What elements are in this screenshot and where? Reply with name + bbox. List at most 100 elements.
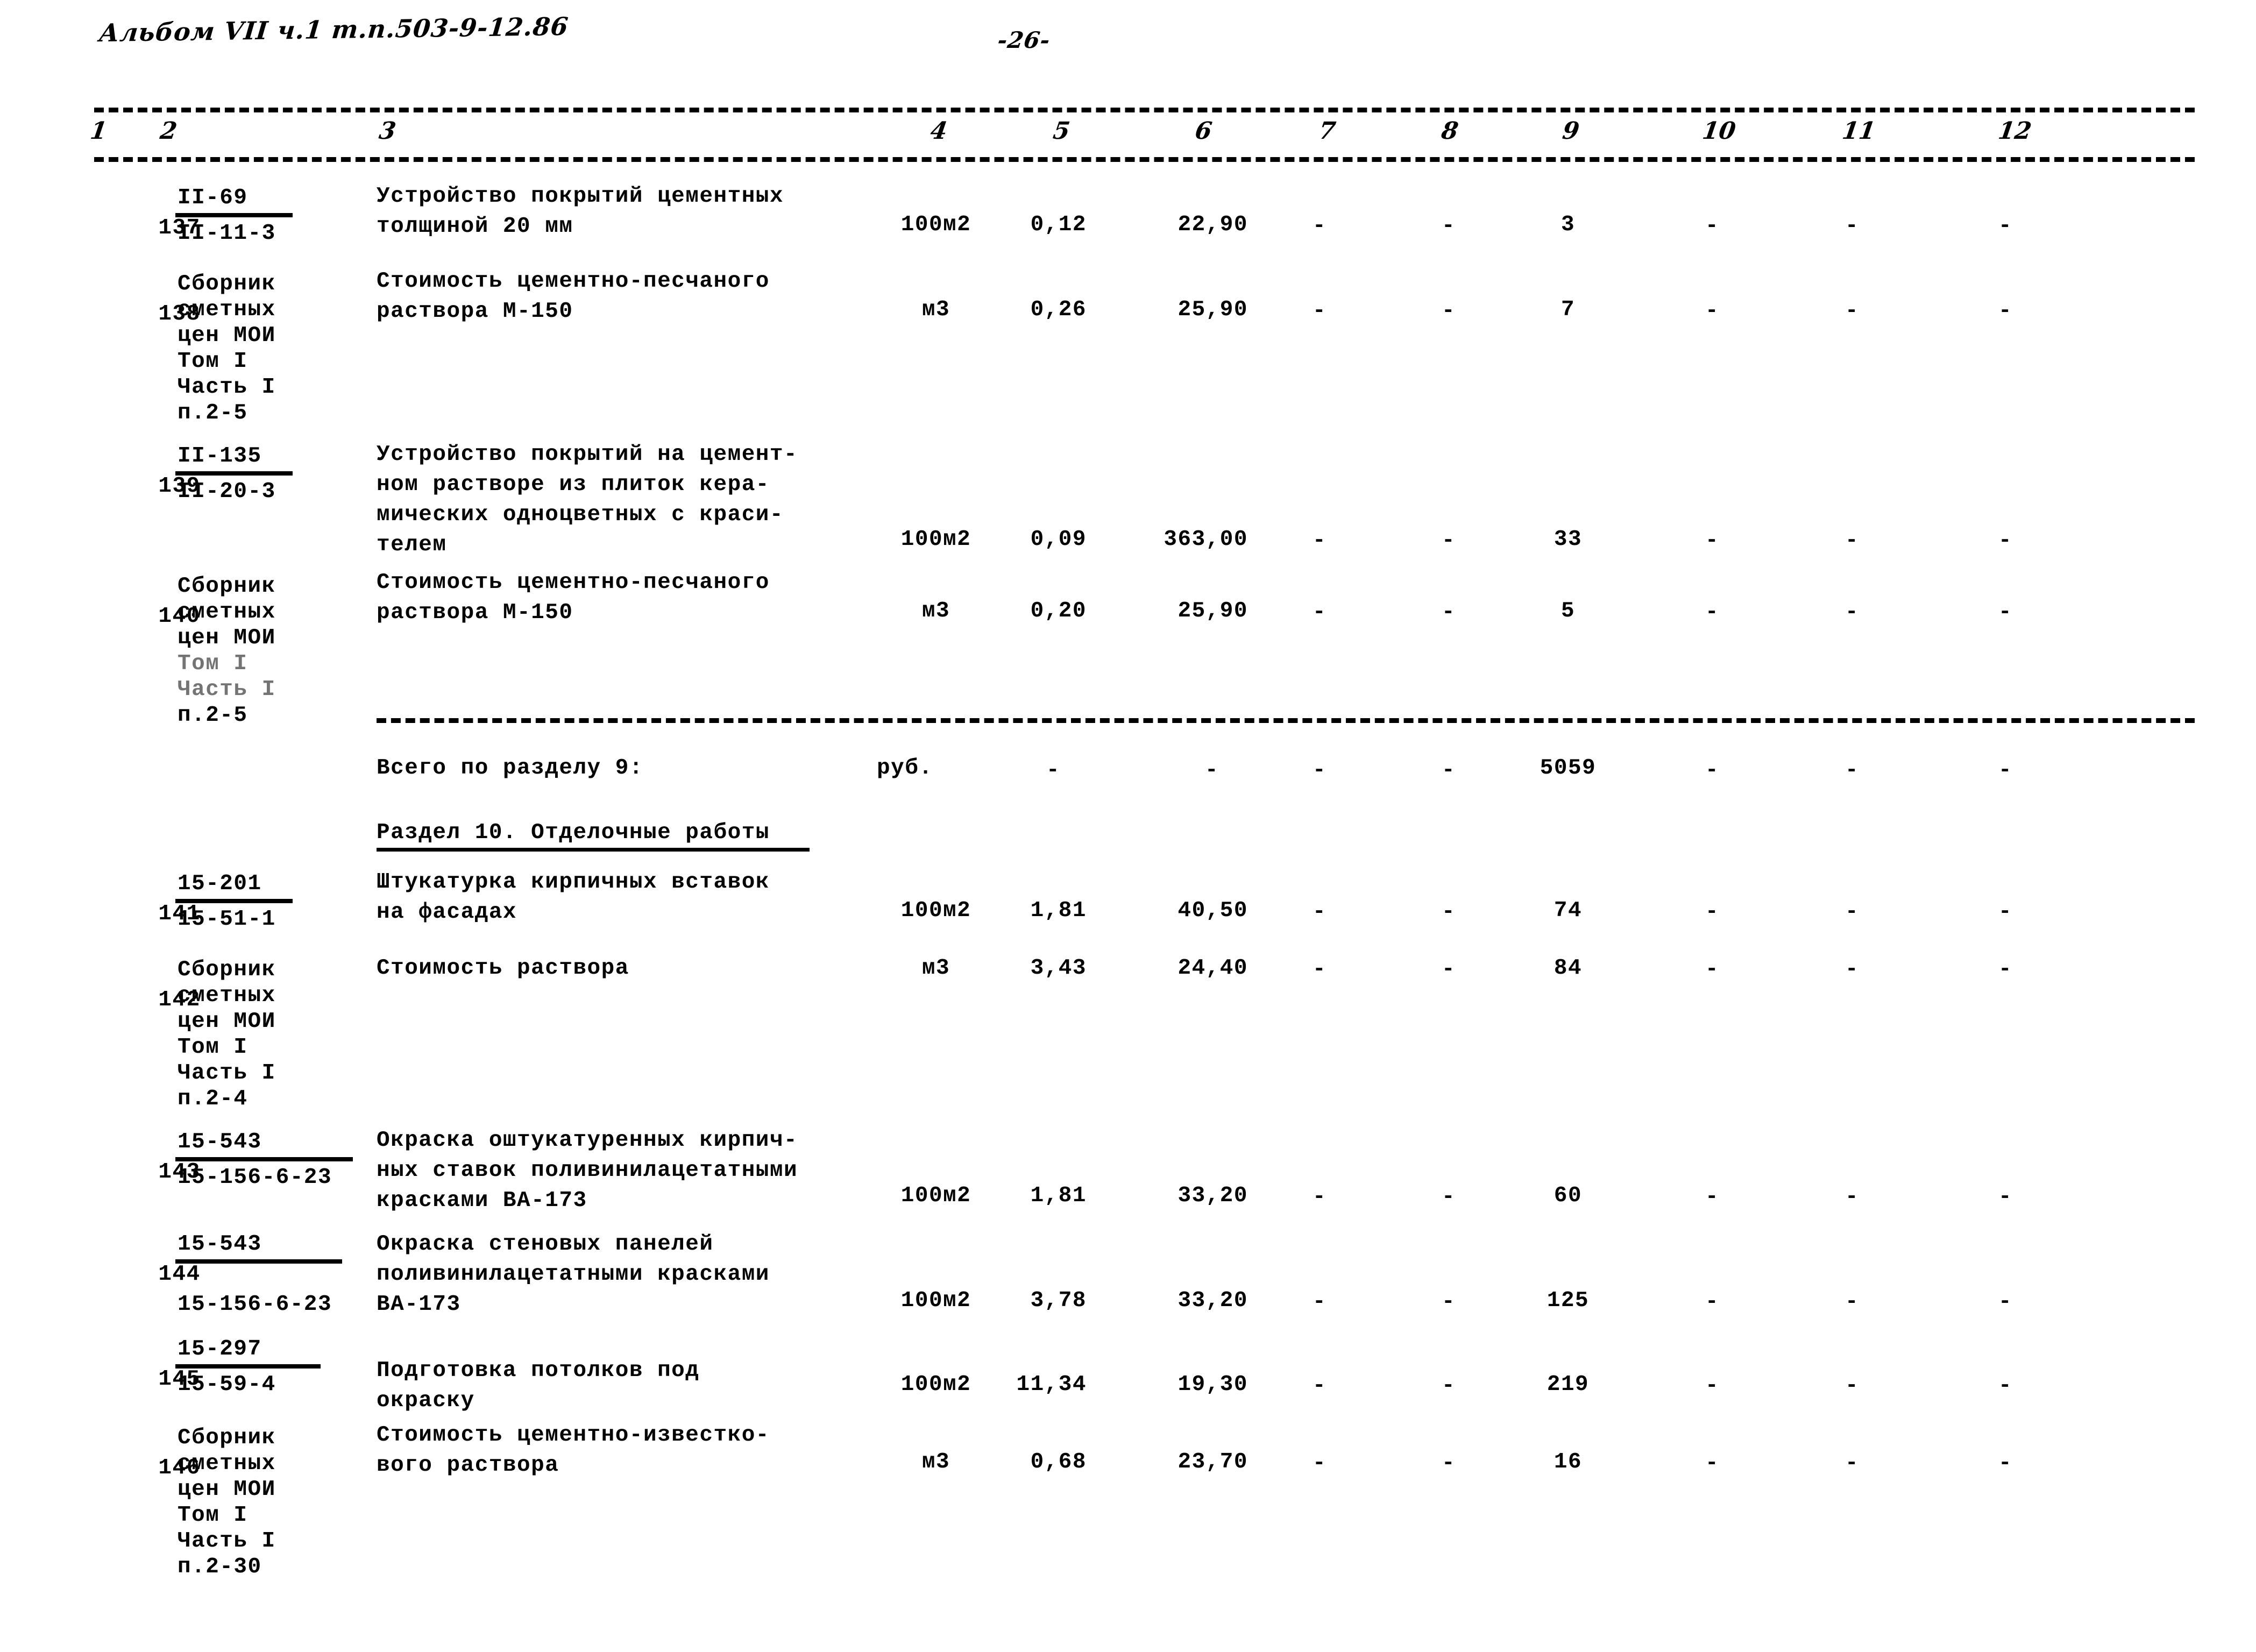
row-quantity: 1,81 xyxy=(1030,898,1087,923)
page-number: -26- xyxy=(996,27,1052,53)
row-col12: - xyxy=(1998,214,2012,238)
row-description-line: раствора М-150 xyxy=(377,299,573,324)
row-price: 33,20 xyxy=(1177,1183,1248,1208)
row-price: 19,30 xyxy=(1177,1372,1248,1397)
row-price: 25,90 xyxy=(1177,599,1248,623)
row-unit: 100м2 xyxy=(900,1183,971,1208)
row-col10: - xyxy=(1705,1373,1719,1398)
row-description-line: раствора М-150 xyxy=(377,600,573,625)
row-description-line: мических одноцветных с краси- xyxy=(377,502,784,527)
column-header-10: 10 xyxy=(1700,117,1737,145)
column-header-3: 3 xyxy=(377,117,398,145)
subtotal-col8: - xyxy=(1442,758,1455,783)
row-col8: - xyxy=(1442,899,1455,924)
row-col8: - xyxy=(1442,600,1455,625)
row-col11: - xyxy=(1845,528,1858,553)
row-description-line: ВА-173 xyxy=(377,1292,461,1317)
row-col10: - xyxy=(1705,600,1719,625)
row-description-line: ных ставок поливинилацетатными xyxy=(377,1158,798,1183)
row-col7: - xyxy=(1313,1289,1326,1314)
row-description-line: окраску xyxy=(377,1388,475,1413)
row-code-top: 15-201 xyxy=(178,871,262,896)
subtotal-col7: - xyxy=(1313,758,1326,783)
row-code-bottom: II-11-3 xyxy=(178,221,276,246)
row-col11: - xyxy=(1845,600,1858,625)
row-description-line: вого раствора xyxy=(377,1453,559,1478)
row-col8: - xyxy=(1442,1289,1455,1314)
row-description-line: Штукатурка кирпичных вставок xyxy=(377,870,770,895)
row-col9: 219 xyxy=(1546,1372,1590,1397)
row-unit: 100м2 xyxy=(900,898,971,923)
row-quantity: 0,26 xyxy=(1030,297,1087,322)
row-col7: - xyxy=(1313,957,1326,982)
row-price: 24,40 xyxy=(1177,956,1248,981)
row-description-line: Устройство покрытий на цемент- xyxy=(377,442,798,467)
table-header-rule xyxy=(94,157,2195,162)
row-quantity: 0,20 xyxy=(1030,599,1087,623)
column-header-2: 2 xyxy=(158,117,179,145)
row-col9: 16 xyxy=(1553,1450,1583,1474)
section-heading: Раздел 10. Отделочные работы xyxy=(377,820,770,845)
row-col10: - xyxy=(1705,1289,1719,1314)
row-description-line: красками ВА-173 xyxy=(377,1188,587,1213)
subtotal-col11: - xyxy=(1845,758,1858,783)
row-col11: - xyxy=(1845,214,1858,238)
row-description-line: поливинилацетатными красками xyxy=(377,1262,770,1287)
row-col9: 3 xyxy=(1560,212,1576,237)
row-col9: 5 xyxy=(1560,599,1576,623)
row-col7: - xyxy=(1313,1451,1326,1476)
row-unit: м3 xyxy=(921,1450,950,1474)
row-price: 33,20 xyxy=(1177,1288,1248,1313)
subtotal-price: - xyxy=(1205,758,1218,783)
row-description-line: телем xyxy=(377,533,447,557)
row-col8: - xyxy=(1442,1451,1455,1476)
subtotal-unit: руб. xyxy=(877,756,933,781)
code-fraction-bar xyxy=(175,471,293,476)
row-description-line: ном растворе из плиток кера- xyxy=(377,472,770,497)
row-price: 25,90 xyxy=(1177,297,1248,322)
row-col7: - xyxy=(1313,299,1326,323)
row-col10: - xyxy=(1705,1451,1719,1476)
column-header-4: 4 xyxy=(928,117,949,145)
row-unit: 100м2 xyxy=(900,1372,971,1397)
row-col11: - xyxy=(1845,1185,1858,1209)
row-col11: - xyxy=(1845,1451,1858,1476)
row-number: 144 xyxy=(158,1262,201,1287)
row-price: 23,70 xyxy=(1177,1450,1248,1474)
row-col12: - xyxy=(1998,957,2012,982)
row-col10: - xyxy=(1705,1185,1719,1209)
row-col7: - xyxy=(1313,528,1326,553)
row-col7: - xyxy=(1313,899,1326,924)
row-col11: - xyxy=(1845,957,1858,982)
code-fraction-bar xyxy=(175,1364,321,1369)
row-description-line: Стоимость цементно-известко- xyxy=(377,1423,770,1448)
row-description-line: Устройство покрытий цементных xyxy=(377,184,784,209)
column-header-8: 8 xyxy=(1439,117,1460,145)
row-col10: - xyxy=(1705,899,1719,924)
row-col7: - xyxy=(1313,1373,1326,1398)
column-header-9: 9 xyxy=(1560,117,1581,145)
row-description-line: Окраска оштукатуренных кирпич- xyxy=(377,1128,798,1153)
row-col11: - xyxy=(1845,299,1858,323)
row-col12: - xyxy=(1998,528,2012,553)
subtotal-col10: - xyxy=(1705,758,1719,783)
row-description-line: Стоимость цементно-песчаного xyxy=(377,570,770,595)
album-reference-note: Альбом VII ч.1 т.п.503-9-12.86 xyxy=(97,11,570,48)
row-code-bottom: II-20-3 xyxy=(178,479,276,504)
row-col7: - xyxy=(1313,214,1326,238)
row-source-line: п.2-4 xyxy=(178,1087,248,1111)
row-quantity: 1,81 xyxy=(1030,1183,1087,1208)
row-unit: м3 xyxy=(921,599,950,623)
row-code-top: II-69 xyxy=(178,186,248,210)
row-price: 22,90 xyxy=(1177,212,1248,237)
subtotal-label: Всего по разделу 9: xyxy=(377,756,643,781)
row-col8: - xyxy=(1442,957,1455,982)
row-description-line: толщиной 20 мм xyxy=(377,214,573,239)
row-source-line: п.2-30 xyxy=(178,1555,262,1579)
row-code-bottom: 15-59-4 xyxy=(178,1372,276,1397)
row-unit: 100м2 xyxy=(900,212,971,237)
row-col12: - xyxy=(1998,1451,2012,1476)
column-header-12: 12 xyxy=(1996,117,2033,145)
row-unit: м3 xyxy=(921,297,950,322)
row-col9: 84 xyxy=(1553,956,1583,981)
